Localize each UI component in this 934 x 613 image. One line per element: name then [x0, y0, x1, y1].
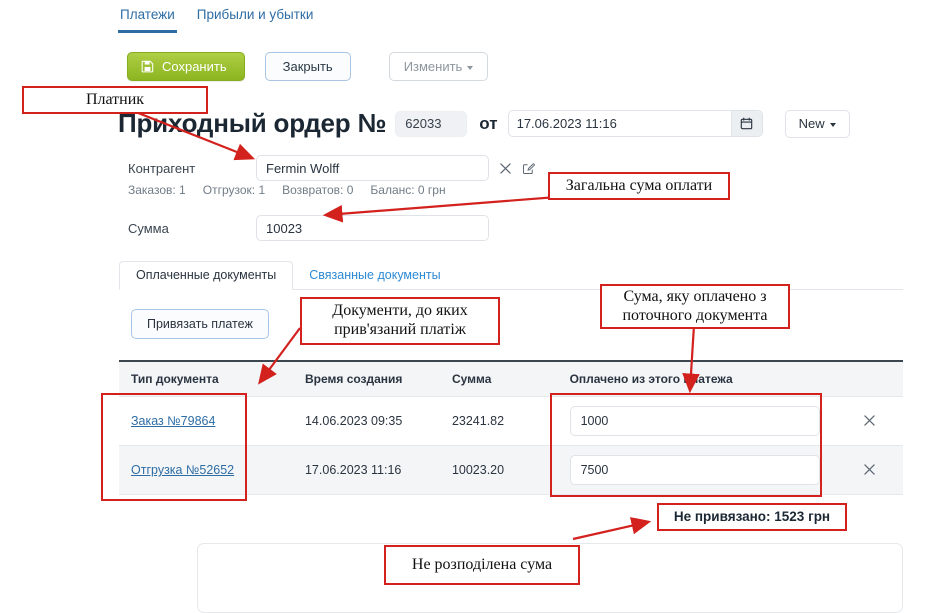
counterparty-stats: Заказов: 1 Отгрузок: 1 Возвратов: 0 Бала… [128, 183, 446, 197]
calendar-icon[interactable] [730, 111, 762, 136]
annotation-payer: Платник [22, 86, 208, 114]
col-created-time: Время создания [304, 361, 452, 397]
amount-input[interactable]: 10023 [256, 215, 489, 241]
edit-pencil-icon[interactable] [522, 162, 535, 175]
document-number-field[interactable]: 62033 [395, 110, 468, 137]
close-button-label: Закрыть [282, 59, 333, 74]
stat-balance: Баланс: 0 грн [370, 183, 446, 197]
document-date-field[interactable]: 17.06.2023 11:16 [507, 110, 763, 137]
action-toolbar: Сохранить Закрыть Изменить [127, 52, 489, 81]
annotation-linked-documents-line1: Документи, до яких [332, 302, 468, 320]
document-date-value: 17.06.2023 11:16 [516, 116, 617, 131]
annotation-paid-from-current-line2: поточного документа [622, 306, 768, 324]
highlight-document-type-column [101, 393, 247, 501]
annotation-unallocated-sum: Не розподілена сума [384, 545, 580, 585]
stat-shipments: Отгрузок: 1 [202, 183, 266, 197]
chevron-down-icon [829, 122, 836, 127]
save-button[interactable]: Сохранить [127, 52, 245, 81]
remove-row-icon[interactable] [864, 462, 876, 478]
tab-profit-and-loss[interactable]: Прибыли и убытки [195, 7, 316, 30]
floppy-disk-icon [141, 60, 154, 73]
arrow-unallocated [572, 517, 652, 541]
annotation-paid-from-current: Сума, яку оплачено з поточного документа [600, 284, 790, 329]
col-actions [836, 361, 903, 397]
clear-counterparty-icon[interactable] [500, 162, 511, 174]
tab-payments[interactable]: Платежи [118, 7, 177, 33]
remove-row-icon[interactable] [864, 413, 876, 429]
tab-paid-documents[interactable]: Оплаченные документы [119, 261, 294, 290]
highlight-paid-column [550, 393, 822, 497]
top-tab-bar: Платежи Прибыли и убытки [118, 7, 315, 33]
counterparty-input[interactable]: Fermin Wolff [256, 155, 489, 181]
counterparty-row: Контрагент Fermin Wolff [128, 155, 535, 181]
change-dropdown-button[interactable]: Изменить [388, 52, 489, 81]
from-label: от [479, 113, 498, 133]
amount-label: Сумма [128, 220, 169, 236]
chevron-down-icon [467, 65, 474, 70]
close-button[interactable]: Закрыть [264, 52, 351, 81]
annotation-linked-documents: Документи, до яких прив'язаний платіж [300, 297, 500, 345]
annotation-unbound-value: Не привязано: 1523 грн [657, 503, 847, 531]
change-dropdown-label: Изменить [403, 59, 463, 74]
col-paid-from-payment: Оплачено из этого платежа [569, 361, 837, 397]
bind-payment-button[interactable]: Привязать платеж [131, 309, 269, 339]
stat-returns: Возвратов: 0 [282, 183, 354, 197]
table-header-row: Тип документа Время создания Сумма Оплач… [119, 361, 903, 397]
amount-row: Сумма 10023 [128, 215, 489, 241]
annotation-total-payment: Загальна сума оплати [548, 172, 730, 200]
save-button-label: Сохранить [162, 59, 227, 74]
stat-orders: Заказов: 1 [128, 183, 186, 197]
new-dropdown-label: New [798, 116, 825, 131]
cell-created: 14.06.2023 09:35 [304, 396, 452, 446]
counterparty-label: Контрагент [128, 160, 196, 176]
document-header: Приходный ордер № 62033 от 17.06.2023 11… [118, 108, 850, 139]
col-document-type: Тип документа [119, 361, 305, 397]
bind-payment-label: Привязать платеж [147, 317, 253, 331]
new-dropdown-button[interactable]: New [784, 109, 850, 138]
tab-related-documents[interactable]: Связанные документы [293, 262, 456, 289]
annotation-linked-documents-line2: прив'язаний платіж [334, 321, 466, 338]
annotation-paid-from-current-line1: Сума, яку оплачено з [623, 287, 767, 305]
arrow-total-payment [322, 194, 571, 223]
col-sum: Сумма [451, 361, 570, 397]
cell-created: 17.06.2023 11:16 [304, 445, 452, 495]
